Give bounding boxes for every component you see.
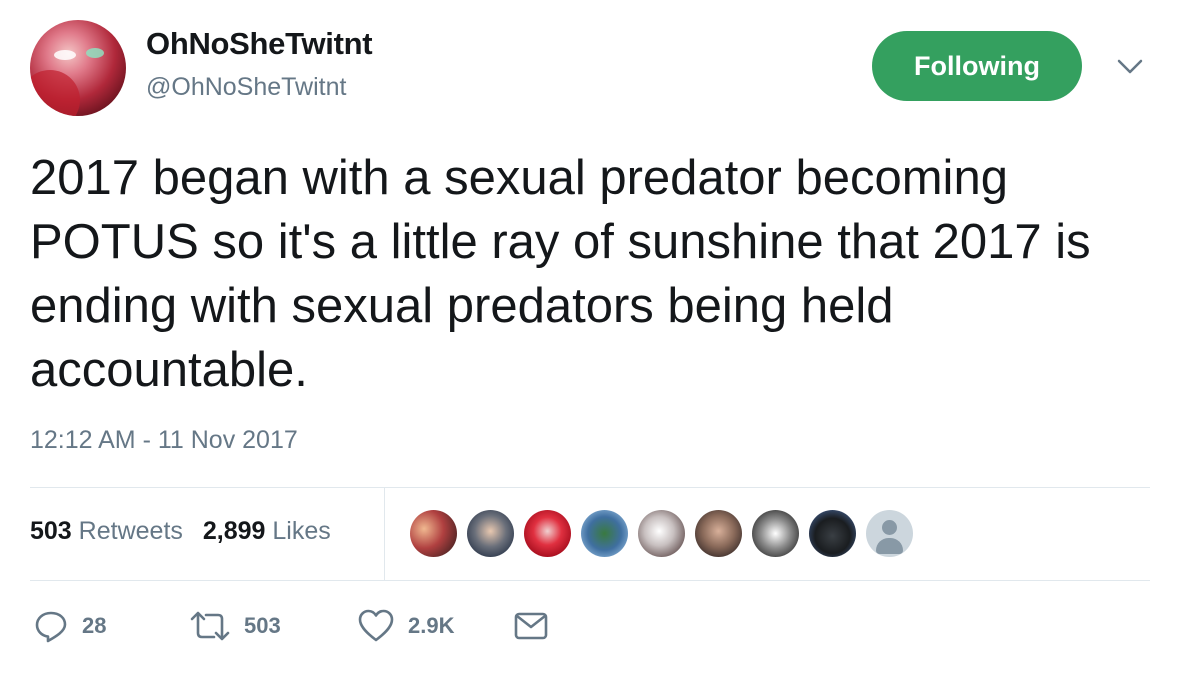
user-handle[interactable]: @OhNoSheTwitnt	[146, 73, 346, 102]
divider	[30, 487, 1150, 488]
liker-avatar[interactable]	[410, 510, 457, 557]
likes-stat[interactable]: 2,899 Likes	[203, 517, 331, 545]
retweets-label: Retweets	[78, 517, 183, 545]
divider	[384, 487, 385, 580]
liker-avatar[interactable]	[467, 510, 514, 557]
tweet-card: OhNoSheTwitnt @OhNoSheTwitnt Following 2…	[0, 0, 1192, 690]
like-count: 2.9K	[408, 613, 455, 638]
reply-icon	[34, 609, 68, 643]
tweet-text: 2017 began with a sexual predator becomi…	[30, 151, 1091, 397]
heart-icon	[358, 609, 394, 643]
liker-avatar[interactable]	[866, 510, 913, 557]
tweet-stats: 503 Retweets 2,899 Likes	[30, 517, 331, 546]
divider	[30, 580, 1150, 581]
following-button[interactable]: Following	[872, 31, 1082, 101]
retweet-button[interactable]: 503	[190, 606, 281, 646]
direct-message-button[interactable]	[514, 606, 548, 646]
display-name[interactable]: OhNoSheTwitnt	[146, 26, 373, 62]
envelope-icon	[514, 611, 548, 641]
liker-avatar[interactable]	[752, 510, 799, 557]
tweet-timestamp[interactable]: 12:12 AM - 11 Nov 2017	[30, 426, 298, 455]
reply-count: 28	[82, 613, 107, 638]
liker-avatar[interactable]	[809, 510, 856, 557]
like-button[interactable]: 2.9K	[358, 606, 454, 646]
chevron-down-icon[interactable]	[1116, 54, 1144, 78]
retweets-count: 503	[30, 517, 72, 545]
liker-avatars	[410, 510, 913, 558]
reply-button[interactable]: 28	[34, 606, 106, 646]
retweets-stat[interactable]: 503 Retweets	[30, 517, 183, 545]
liker-avatar[interactable]	[695, 510, 742, 557]
likes-label: Likes	[272, 517, 331, 545]
retweet-icon	[190, 609, 230, 643]
liker-avatar[interactable]	[524, 510, 571, 557]
likes-count: 2,899	[202, 517, 266, 545]
liker-avatar[interactable]	[581, 510, 628, 557]
avatar[interactable]	[30, 20, 126, 116]
liker-avatar[interactable]	[638, 510, 685, 557]
retweet-count: 503	[244, 613, 281, 638]
